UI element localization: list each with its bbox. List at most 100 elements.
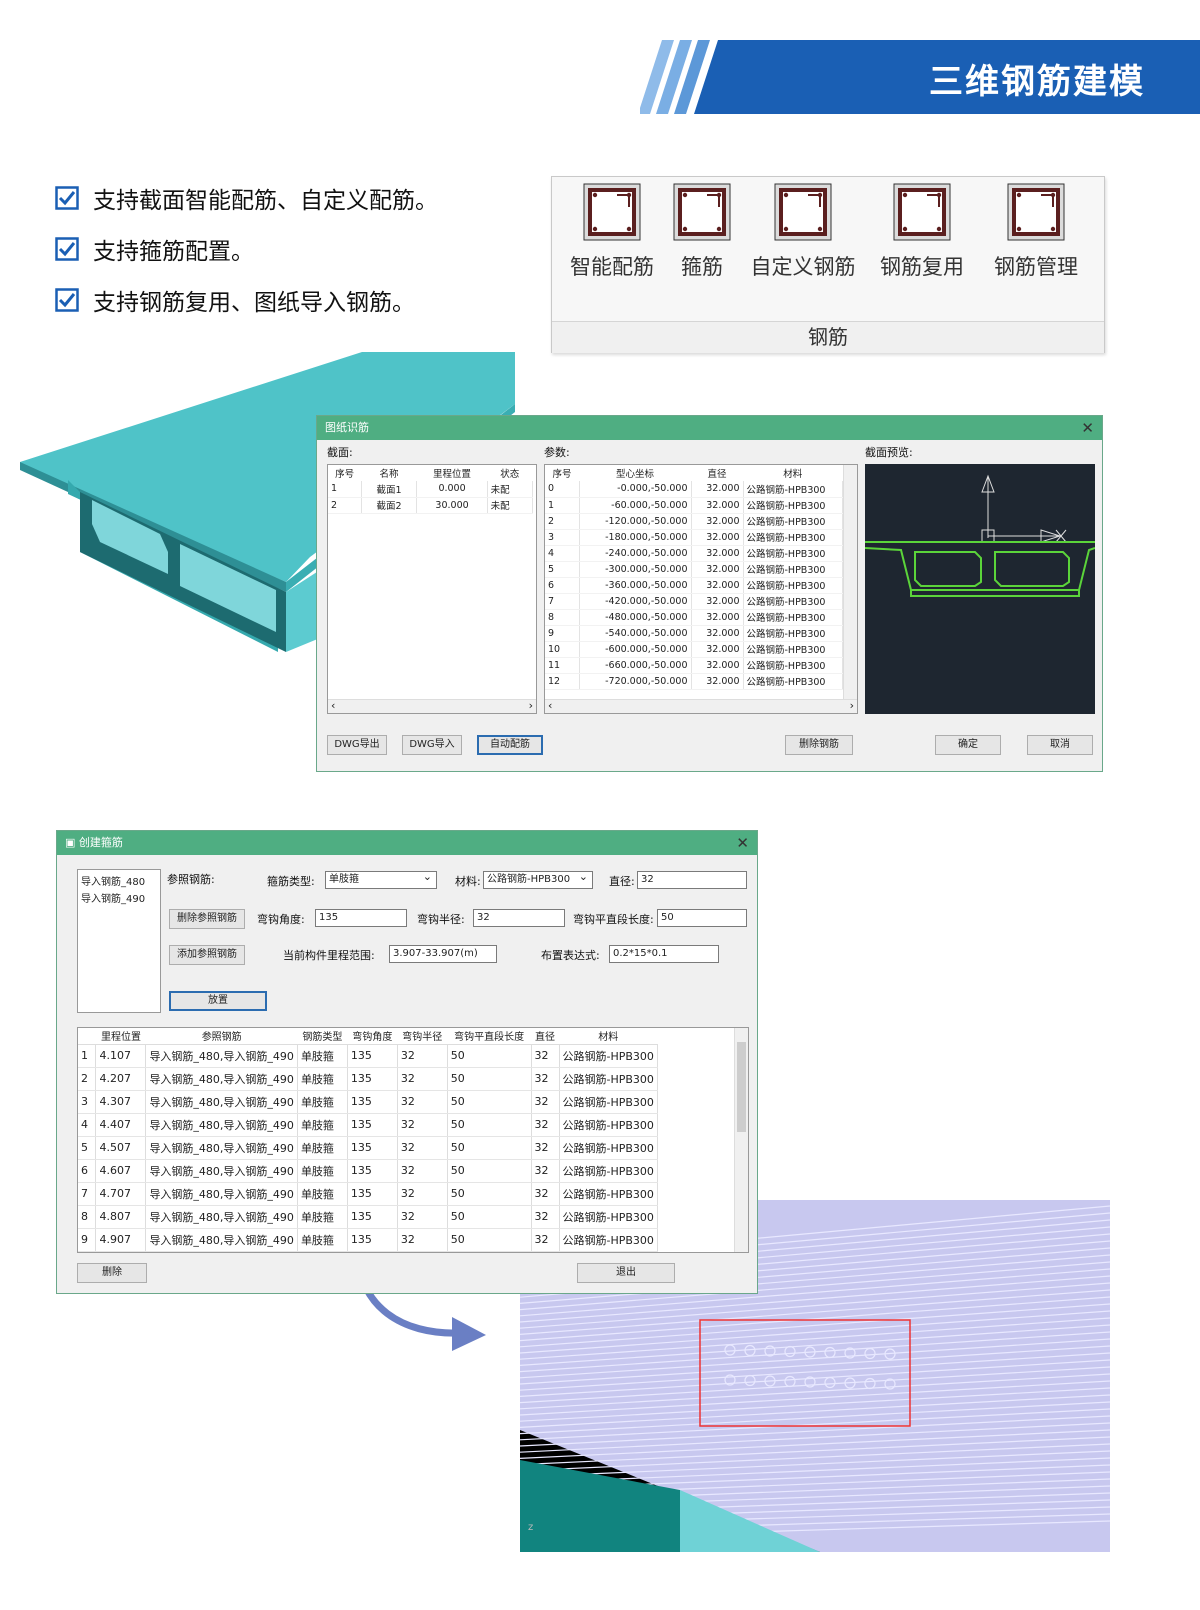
- table-row[interactable]: 9 4.907 导入钢筋_480,导入钢筋_490 单肢箍 135 32 50 32 公路钢筋-…: [78, 1228, 659, 1252]
- list-item[interactable]: 导入钢筋_480: [81, 873, 157, 890]
- table-row[interactable]: 5 -300.000,-50.000 32.000 公路钢筋-HPB300: [545, 561, 843, 578]
- cell: 32.000: [691, 673, 744, 690]
- table-row[interactable]: 5 4.507 导入钢筋_480,导入钢筋_490 单肢箍 135 32 50 32 公路钢筋-…: [78, 1136, 659, 1160]
- table-row[interactable]: 4 4.407 导入钢筋_480,导入钢筋_490 单肢箍 135 32 50 32 公路钢筋-…: [78, 1113, 659, 1137]
- dwg-import-button[interactable]: DWG导入: [402, 735, 462, 755]
- ribbon-label: 钢筋管理: [994, 255, 1078, 279]
- column-header[interactable]: 参照钢筋: [145, 1028, 298, 1045]
- exit-button[interactable]: 退出: [577, 1263, 675, 1283]
- cell: 4: [545, 545, 580, 562]
- close-icon[interactable]: ✕: [1081, 416, 1094, 440]
- stirrup-table[interactable]: 里程位置 参照钢筋 钢筋类型 弯钩角度 弯钩半径 弯钩平直段长度 直径 材料 1 4.107 导入…: [77, 1027, 749, 1253]
- table-row[interactable]: 10 -600.000,-50.000 32.000 公路钢筋-HPB300: [545, 641, 843, 658]
- table-row[interactable]: 1 截面1 0.000 未配: [328, 481, 534, 498]
- table-row[interactable]: 8 -480.000,-50.000 32.000 公路钢筋-HPB300: [545, 609, 843, 626]
- table-row[interactable]: 7 -420.000,-50.000 32.000 公路钢筋-HPB300: [545, 593, 843, 610]
- table-row[interactable]: 0 -0.000,-50.000 32.000 公路钢筋-HPB300: [545, 481, 843, 498]
- cell: 导入钢筋_480,导入钢筋_490: [145, 1067, 298, 1091]
- column-header[interactable]: 材料: [743, 465, 843, 481]
- hook-angle-input[interactable]: 135: [315, 909, 407, 927]
- column-header[interactable]: 型心坐标: [579, 465, 691, 481]
- column-header[interactable]: 弯钩半径: [397, 1028, 448, 1045]
- hook-radius-input[interactable]: 32: [473, 909, 565, 927]
- cell: -720.000,-50.000: [579, 673, 692, 690]
- dwg-export-button[interactable]: DWG导出: [327, 735, 387, 755]
- table-row[interactable]: 1 4.107 导入钢筋_480,导入钢筋_490 单肢箍 135 32 50 32 公路钢筋-…: [78, 1044, 659, 1068]
- stirrup-type-select[interactable]: 单肢箍: [325, 871, 437, 889]
- table-row[interactable]: 11 -660.000,-50.000 32.000 公路钢筋-HPB300: [545, 657, 843, 674]
- ref-rebar-list[interactable]: 导入钢筋_480 导入钢筋_490: [77, 869, 161, 1013]
- param-table[interactable]: 序号 型心坐标 直径 材料 0 -0.000,-50.000 32.000 公路钢筋-…: [544, 464, 858, 714]
- cell: 单肢箍: [297, 1159, 348, 1183]
- cell: 5: [545, 561, 580, 578]
- horizontal-scrollbar[interactable]: ‹ ›: [328, 699, 536, 713]
- table-row[interactable]: 9 -540.000,-50.000 32.000 公路钢筋-HPB300: [545, 625, 843, 642]
- table-row[interactable]: 6 -360.000,-50.000 32.000 公路钢筋-HPB300: [545, 577, 843, 594]
- layout-expression-input[interactable]: 0.2*15*0.1: [609, 945, 719, 963]
- cell: 导入钢筋_480,导入钢筋_490: [145, 1090, 298, 1114]
- column-header[interactable]: 序号: [545, 465, 579, 481]
- delete-ref-rebar-button[interactable]: 删除参照钢筋: [169, 909, 245, 929]
- horizontal-scrollbar[interactable]: ‹ ›: [545, 699, 857, 713]
- close-icon[interactable]: ✕: [736, 831, 749, 855]
- auto-rebar-button[interactable]: 自动配筋: [477, 735, 543, 755]
- table-row[interactable]: 2 4.207 导入钢筋_480,导入钢筋_490 单肢箍 135 32 50 32 公路钢筋-…: [78, 1067, 659, 1091]
- column-header[interactable]: 钢筋类型: [297, 1028, 348, 1045]
- vertical-scrollbar[interactable]: [734, 1028, 748, 1252]
- delete-button[interactable]: 删除: [77, 1263, 147, 1283]
- cell: 2: [78, 1067, 97, 1091]
- ok-button[interactable]: 确定: [935, 735, 1001, 755]
- cell: 2: [545, 513, 580, 530]
- diameter-input[interactable]: 32: [637, 871, 747, 889]
- ribbon-button-smart-rebar[interactable]: 智能配筋: [564, 183, 660, 281]
- place-button[interactable]: 放置: [169, 991, 267, 1011]
- column-header[interactable]: 直径: [691, 465, 743, 481]
- material-select[interactable]: 公路钢筋-HPB300: [483, 871, 593, 889]
- column-header[interactable]: [78, 1028, 96, 1045]
- list-item[interactable]: 导入钢筋_490: [81, 890, 157, 907]
- cell: 4.207: [95, 1067, 147, 1091]
- delete-rebar-button[interactable]: 删除钢筋: [785, 735, 853, 755]
- table-row[interactable]: 6 4.607 导入钢筋_480,导入钢筋_490 单肢箍 135 32 50 32 公路钢筋-…: [78, 1159, 659, 1183]
- ribbon-button-rebar-manage[interactable]: 钢筋管理: [988, 183, 1084, 281]
- checkbox-icon: [55, 186, 79, 210]
- column-header[interactable]: 名称: [361, 465, 417, 481]
- ribbon-button-rebar-reuse[interactable]: 钢筋复用: [874, 183, 970, 281]
- vertical-scrollbar[interactable]: [843, 465, 857, 699]
- table-row[interactable]: 1 -60.000,-50.000 32.000 公路钢筋-HPB300: [545, 497, 843, 514]
- scrollbar-thumb[interactable]: [737, 1042, 746, 1132]
- column-header[interactable]: 材料: [559, 1028, 658, 1045]
- ribbon-button-stirrup[interactable]: 箍筋: [664, 183, 740, 281]
- cell: 公路钢筋-HPB300: [559, 1067, 659, 1091]
- hook-length-input[interactable]: 50: [657, 909, 747, 927]
- column-header[interactable]: 弯钩角度: [347, 1028, 398, 1045]
- ribbon-button-custom-rebar[interactable]: 自定义钢筋: [744, 183, 862, 281]
- column-header[interactable]: 里程位置: [95, 1028, 146, 1045]
- range-label: 当前构件里程范围:: [283, 949, 375, 962]
- column-header[interactable]: 序号: [328, 465, 361, 481]
- cell: 32: [531, 1136, 560, 1160]
- table-row[interactable]: 3 4.307 导入钢筋_480,导入钢筋_490 单肢箍 135 32 50 32 公路钢筋-…: [78, 1090, 659, 1114]
- column-header[interactable]: 里程位置: [417, 465, 487, 481]
- table-row[interactable]: 3 -180.000,-50.000 32.000 公路钢筋-HPB300: [545, 529, 843, 546]
- table-row[interactable]: 7 4.707 导入钢筋_480,导入钢筋_490 单肢箍 135 32 50 32 公路钢筋-…: [78, 1182, 659, 1206]
- add-ref-rebar-button[interactable]: 添加参照钢筋: [169, 945, 245, 965]
- cancel-button[interactable]: 取消: [1027, 735, 1093, 755]
- cell: 32: [397, 1067, 448, 1091]
- table-row[interactable]: 2 -120.000,-50.000 32.000 公路钢筋-HPB300: [545, 513, 843, 530]
- cell: -360.000,-50.000: [579, 577, 692, 594]
- range-input[interactable]: 3.907-33.907(m): [389, 945, 497, 963]
- cell: 0.000: [416, 481, 488, 498]
- table-row[interactable]: 4 -240.000,-50.000 32.000 公路钢筋-HPB300: [545, 545, 843, 562]
- table-row[interactable]: 2 截面2 30.000 未配: [328, 497, 534, 514]
- cell: 30.000: [416, 497, 488, 514]
- column-header[interactable]: 直径: [531, 1028, 560, 1045]
- column-header[interactable]: 状态: [487, 465, 532, 481]
- table-row[interactable]: 8 4.807 导入钢筋_480,导入钢筋_490 单肢箍 135 32 50 32 公路钢筋-…: [78, 1205, 659, 1229]
- column-header[interactable]: 弯钩平直段长度: [447, 1028, 532, 1045]
- table-row[interactable]: 12 -720.000,-50.000 32.000 公路钢筋-HPB300: [545, 673, 843, 690]
- section-preview-canvas: [864, 464, 1096, 714]
- cell: 公路钢筋-HPB300: [743, 529, 843, 546]
- section-table[interactable]: 序号 名称 里程位置 状态 1 截面1 0.000 未配 2 截面2 30.000 未配 ‹…: [327, 464, 537, 714]
- axis-label: z: [528, 1522, 533, 1533]
